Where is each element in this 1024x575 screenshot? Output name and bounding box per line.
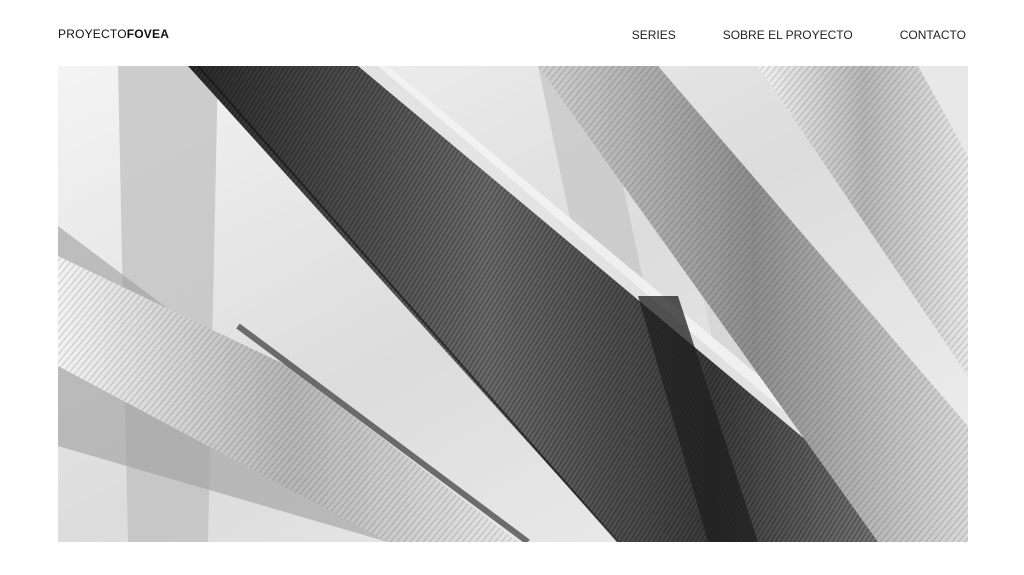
nav-link-contacto[interactable]: CONTACTO xyxy=(900,28,966,42)
main-nav: SERIES SOBRE EL PROYECTO CONTACTO xyxy=(632,28,966,42)
site-logo[interactable]: PROYECTOFOVEA xyxy=(58,27,169,41)
site-header: PROYECTOFOVEA SERIES SOBRE EL PROYECTO C… xyxy=(0,0,1024,66)
palm-leaves-photo xyxy=(58,66,968,542)
nav-link-series[interactable]: SERIES xyxy=(632,28,676,42)
logo-suffix: FOVEA xyxy=(126,27,170,41)
logo-prefix: PROYECTO xyxy=(58,27,127,41)
hero-image xyxy=(58,66,968,542)
nav-link-sobre-el-proyecto[interactable]: SOBRE EL PROYECTO xyxy=(723,28,853,42)
